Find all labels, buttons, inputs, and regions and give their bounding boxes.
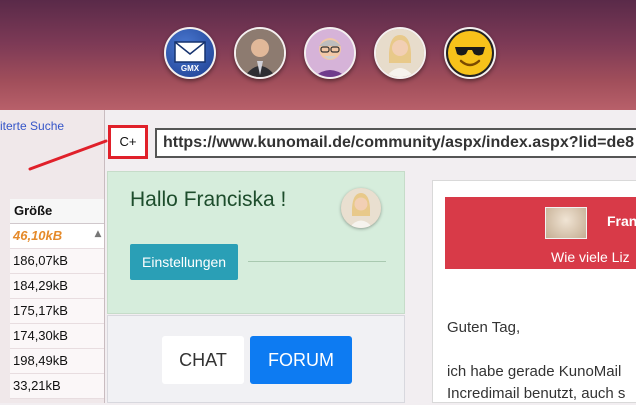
welcome-title: Hallo Franciska ! <box>130 188 287 211</box>
message-subject: Wie viele Liz <box>551 249 630 265</box>
person-icon <box>236 29 284 77</box>
welcome-card: Hallo Franciska ! Einstellungen <box>107 171 405 314</box>
contact-avatar-illustrated-man[interactable] <box>304 27 356 79</box>
nav-card: CHAT FORUM <box>107 315 405 403</box>
message-line: Guten Tag, <box>447 319 521 336</box>
user-avatar[interactable] <box>341 188 381 228</box>
address-bar[interactable]: https://www.kunomail.de/community/aspx/i… <box>155 128 636 158</box>
contact-avatar-woman[interactable] <box>374 27 426 79</box>
person-icon <box>341 188 381 228</box>
divider <box>248 261 386 262</box>
sender-avatar <box>545 207 587 239</box>
size-column-header[interactable]: Größe <box>10 199 104 224</box>
envelope-icon: GMX <box>174 41 206 73</box>
smiley-sunglasses-icon <box>448 31 492 75</box>
size-column-label: Größe <box>14 203 53 218</box>
profile-banner: GMX <box>0 0 636 110</box>
table-row[interactable]: 46,10kB <box>10 224 104 249</box>
sidebar: iterte Suche Größe 46,10kB 186,07kB 184,… <box>0 110 105 403</box>
gmx-label: GMX <box>181 64 200 73</box>
scroll-up-arrow-icon[interactable]: ▲ <box>92 227 104 241</box>
contact-avatar-sunglasses-smiley[interactable] <box>444 27 496 79</box>
sender-name: Fran <box>607 213 636 229</box>
message-header: Fran Wie viele Liz <box>445 197 636 269</box>
person-cartoon-icon <box>306 29 354 77</box>
table-row[interactable]: 186,07kB <box>10 249 104 274</box>
message-line: Incredimail benutzt, auch s <box>447 385 626 402</box>
table-row[interactable]: 198,49kB <box>10 349 104 374</box>
table-row[interactable]: 174,30kB <box>10 324 104 349</box>
person-icon <box>376 29 424 77</box>
settings-button[interactable]: Einstellungen <box>130 244 239 280</box>
table-row[interactable]: 33,21kB <box>10 374 104 399</box>
table-row[interactable]: 175,17kB <box>10 299 104 324</box>
gmx-mail-icon[interactable]: GMX <box>164 27 216 79</box>
contact-avatar-man-suit[interactable] <box>234 27 286 79</box>
table-row[interactable]: 184,29kB <box>10 274 104 299</box>
file-size-table: Größe 46,10kB 186,07kB 184,29kB 175,17kB… <box>10 199 104 399</box>
message-body: Guten Tag, ich habe gerade KunoMail Incr… <box>447 317 636 405</box>
message-line: ich habe gerade KunoMail <box>447 363 622 380</box>
message-pane: Fran Wie viele Liz Guten Tag, ich habe g… <box>432 180 636 403</box>
message-line <box>447 339 636 361</box>
chat-button[interactable]: CHAT <box>162 336 244 384</box>
cplus-button[interactable]: C+ <box>108 125 148 159</box>
advanced-search-link[interactable]: iterte Suche <box>0 119 64 133</box>
forum-button[interactable]: FORUM <box>250 336 352 384</box>
